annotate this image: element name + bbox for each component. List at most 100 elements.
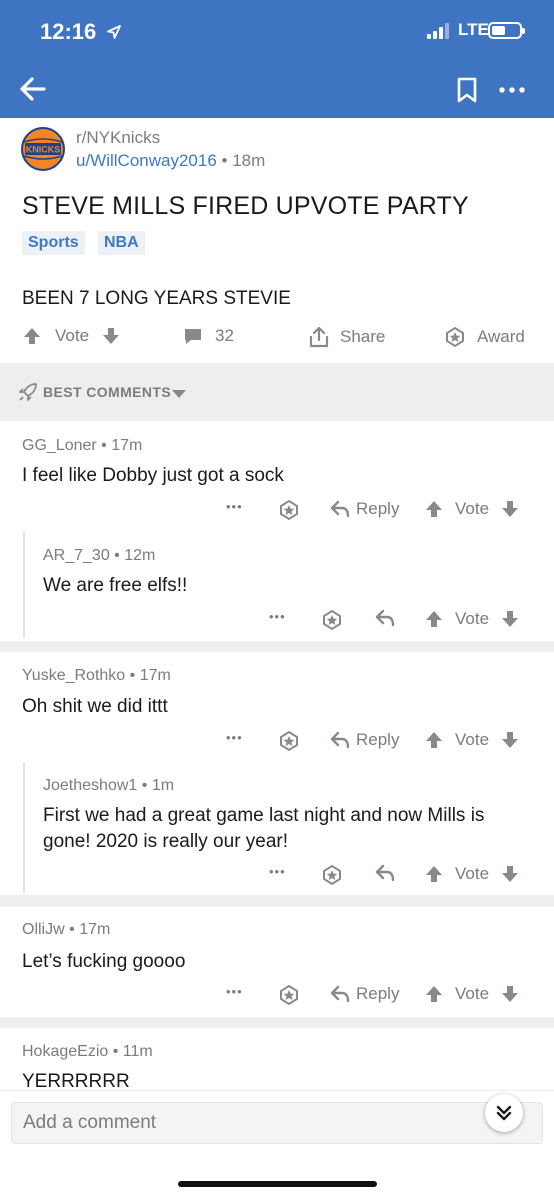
- upvote-icon[interactable]: [424, 499, 444, 519]
- downvote-icon[interactable]: [500, 499, 520, 519]
- more-dots-icon[interactable]: [497, 76, 527, 104]
- flair-sports[interactable]: Sports: [22, 231, 85, 255]
- upvote-icon[interactable]: [424, 730, 444, 750]
- share-icon: [309, 326, 329, 348]
- post-author-line: u/WillConway2016 • 18m: [76, 151, 265, 171]
- back-arrow-icon[interactable]: [18, 74, 48, 104]
- comment-body: We are free elfs!!: [43, 575, 188, 596]
- status-time: 12:16: [40, 19, 122, 45]
- comment-thread: HokageEzio • 11m YERRRRRR: [0, 1028, 554, 1092]
- more-dots-label: •••: [226, 499, 243, 514]
- post-vote-control: Vote: [22, 326, 121, 346]
- award-icon: [280, 499, 298, 521]
- comment-sort-bar[interactable]: BEST COMMENTS: [0, 363, 554, 421]
- comment-meta: Yuske_Rothko • 17m: [22, 667, 171, 685]
- meta-separator: •: [129, 667, 136, 684]
- reply-icon: [375, 864, 395, 882]
- thread-divider: [0, 895, 554, 907]
- downvote-icon[interactable]: [500, 609, 520, 629]
- add-comment-input[interactable]: Add a comment: [11, 1102, 543, 1144]
- meta-separator: •: [141, 777, 148, 794]
- vote-label: Vote: [55, 326, 90, 345]
- comment-vote-control: Vote: [424, 864, 520, 884]
- bookmark-icon[interactable]: [455, 76, 479, 104]
- downvote-icon[interactable]: [101, 326, 121, 346]
- award-icon: [323, 864, 341, 886]
- comment-award-button[interactable]: [321, 609, 343, 631]
- post-title: STEVE MILLS FIRED UPVOTE PARTY: [22, 192, 469, 220]
- comment-award-button[interactable]: [278, 984, 300, 1006]
- post-comments-button[interactable]: 32: [183, 326, 234, 346]
- more-dots-label: •••: [269, 609, 286, 624]
- comment-thread: GG_Loner • 17m I feel like Dobby just go…: [0, 421, 554, 641]
- clock-text: 12:16: [40, 19, 97, 44]
- comment-body: Let’s fucking goooo: [22, 951, 186, 972]
- comment-reply-button[interactable]: Reply: [330, 984, 399, 1004]
- award-icon: [323, 609, 341, 631]
- signal-bars-icon: [427, 23, 453, 39]
- post-age: 18m: [232, 151, 266, 170]
- comment-award-button[interactable]: [278, 730, 300, 752]
- comment-meta: HokageEzio • 11m: [22, 1043, 153, 1061]
- post-award-button[interactable]: Award: [444, 326, 525, 348]
- location-arrow-icon: [107, 25, 122, 39]
- more-dots-label: •••: [226, 730, 243, 745]
- comment-action-bar: ••• Reply Vote: [0, 495, 554, 525]
- comment-award-button[interactable]: [321, 864, 343, 886]
- comment-more-button[interactable]: •••: [269, 864, 286, 879]
- flair-nba[interactable]: NBA: [98, 231, 145, 255]
- comment-meta: AR_7_30 • 12m: [43, 547, 155, 565]
- meta-separator: •: [101, 437, 107, 454]
- comment-more-button[interactable]: •••: [269, 609, 286, 624]
- comment-meta: GG_Loner • 17m: [22, 437, 142, 455]
- meta-separator: •: [221, 151, 228, 170]
- comment-author[interactable]: HokageEzio: [22, 1043, 108, 1060]
- comment-reply-button[interactable]: [375, 864, 395, 882]
- more-dots-label: •••: [269, 864, 286, 879]
- comment-age: 17m: [139, 667, 171, 684]
- meta-separator: •: [69, 921, 75, 938]
- reply-label: Reply: [356, 499, 400, 518]
- vote-label: Vote: [455, 609, 490, 628]
- downvote-icon[interactable]: [500, 730, 520, 750]
- comment-body: Oh shit we did ittt: [22, 696, 168, 717]
- comment-meta: Joetheshow1 • 1m: [43, 777, 174, 795]
- reply-icon: [375, 609, 395, 627]
- comment-reply-button[interactable]: [375, 609, 395, 627]
- upvote-icon[interactable]: [424, 864, 444, 884]
- comment-age: 12m: [124, 547, 156, 564]
- comment-action-bar: ••• Vote: [0, 860, 554, 890]
- vote-label: Vote: [455, 984, 490, 1003]
- post-share-button[interactable]: Share: [308, 326, 385, 348]
- downvote-icon[interactable]: [500, 984, 520, 1004]
- comment-more-button[interactable]: •••: [226, 499, 243, 514]
- thread-divider: [0, 641, 554, 652]
- meta-separator: •: [112, 1043, 119, 1060]
- subreddit-logo[interactable]: KNICKS: [21, 127, 65, 171]
- subreddit-name[interactable]: r/NYKnicks: [76, 128, 160, 148]
- comment-reply-button[interactable]: Reply: [330, 499, 399, 519]
- comment-more-button[interactable]: •••: [226, 730, 243, 745]
- downvote-icon[interactable]: [500, 864, 520, 884]
- comment-author[interactable]: Joetheshow1: [43, 777, 137, 794]
- upvote-icon[interactable]: [424, 984, 444, 1004]
- comment-age: 1m: [151, 777, 175, 794]
- comment-author[interactable]: Yuske_Rothko: [22, 667, 125, 684]
- comment-vote-control: Vote: [424, 730, 520, 750]
- thread-divider: [0, 1017, 554, 1028]
- upvote-icon[interactable]: [22, 326, 42, 346]
- post-author[interactable]: u/WillConway2016: [76, 151, 217, 170]
- comment-more-button[interactable]: •••: [226, 984, 243, 999]
- comment-author[interactable]: GG_Loner: [22, 437, 97, 454]
- post-body: BEEN 7 LONG YEARS STEVIE: [22, 288, 291, 309]
- comment-reply-button[interactable]: Reply: [330, 730, 399, 750]
- comment-body: I feel like Dobby just got a sock: [22, 465, 284, 486]
- upvote-icon[interactable]: [424, 609, 444, 629]
- comment-vote-control: Vote: [424, 609, 520, 629]
- vote-label: Vote: [455, 499, 490, 518]
- comment-award-button[interactable]: [278, 499, 300, 521]
- collapse-comments-button[interactable]: [485, 1094, 523, 1132]
- comment-icon: [185, 329, 201, 344]
- comment-author[interactable]: OlliJw: [22, 921, 65, 938]
- comment-author[interactable]: AR_7_30: [43, 547, 110, 564]
